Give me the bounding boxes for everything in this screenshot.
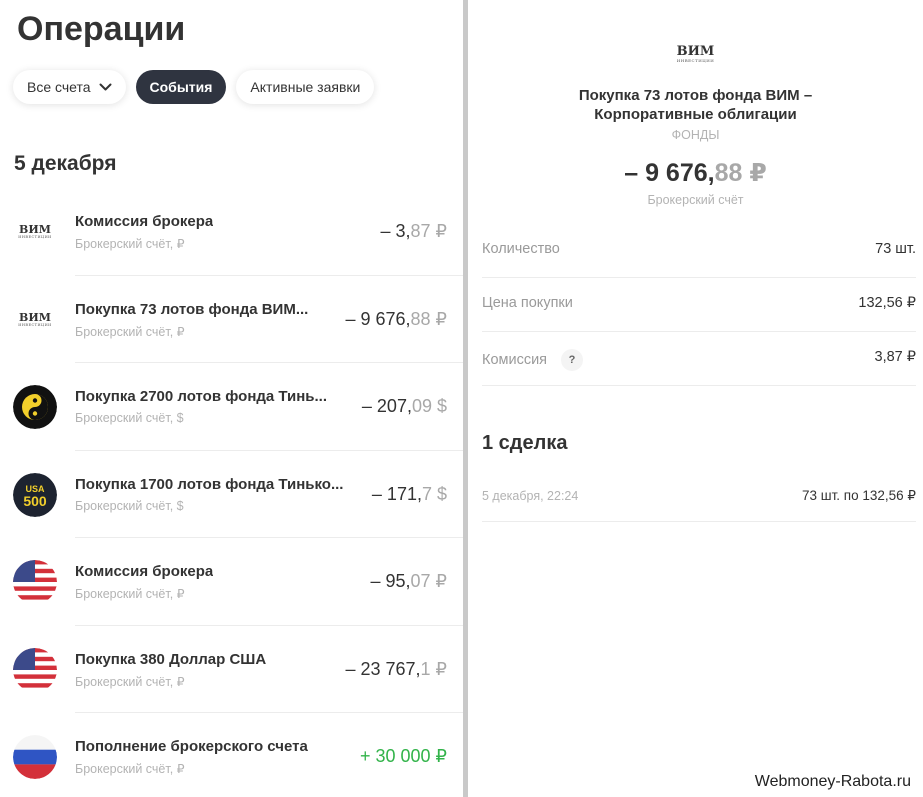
operation-item[interactable]: ВИМ ИНВЕСТИЦИИ Комиссия брокера Брокерски… [0,188,463,276]
detail-row-price: Цена покупки 132,56 ₽ [482,278,916,332]
row-label-wrap: Комиссия ? [482,349,584,371]
row-label: Комиссия [482,352,548,368]
operation-title: Комиссия брокера [75,213,214,230]
amount-fraction: 09 $ [411,396,447,416]
operation-title: Покупка 73 лотов фонда ВИМ... [75,300,309,318]
watermark: Webmoney-Rabota.ru [750,771,915,793]
operation-title: Покупка 2700 лотов фонда Тинь... [75,388,328,405]
logo-text: ВИМ [676,44,715,59]
amount-main: + 30 000 ₽ [359,746,447,766]
date-group-heading: 5 декабря [14,152,117,175]
logo-subtext: ИНВЕСТИЦИИ [18,322,52,327]
deals-heading: 1 сделка [482,432,568,454]
row-label: Цена покупки [482,295,573,311]
amount-main: – 171, [371,483,422,504]
operation-account: Брокерский счёт, ₽ [75,587,185,601]
chevron-down-icon [99,83,112,92]
operation-amount: – 171,7 $ [372,484,447,505]
logo-subtext: ИНВЕСТИЦИИ [18,235,52,240]
deal-date: 5 декабря, 22:24 [482,489,579,503]
operation-account: Брокерский счёт, ₽ [75,324,185,339]
operations-list: ВИМ ИНВЕСТИЦИИ Комиссия брокера Брокерски… [0,188,463,797]
operation-item[interactable]: Покупка 380 Доллар США Брокерский счёт, … [0,626,463,713]
vim-logo-icon: ВИМ ИНВЕСТИЦИИ [13,298,57,342]
operation-account: Брокерский счёт, ₽ [75,762,185,776]
us-flag-icon [13,647,57,692]
svg-text:500: 500 [23,493,47,509]
row-label: Количество [482,241,560,257]
detail-category: ФОНДЫ [671,128,720,142]
operation-title: Пополнение брокерского счета [75,738,308,755]
operation-item[interactable]: ВИМ ИНВЕСТИЦИИ Покупка 73 лотов фонда ВИМ… [0,276,463,363]
us-flag-icon [13,560,57,604]
filter-label: Активные заявки [250,79,361,95]
amount-fraction: 87 ₽ [410,221,447,241]
row-value: 73 шт. [875,241,916,257]
amount-main: – 9 676, [345,308,411,329]
operation-amount: – 23 767,1 ₽ [345,659,447,680]
operation-amount: – 95,07 ₽ [370,571,447,592]
detail-account: Брокерский счёт [647,193,744,207]
operation-item[interactable]: Пополнение брокерского счета Брокерский … [0,713,463,797]
filter-all-accounts[interactable]: Все счета [13,70,126,104]
amount-fraction: 88 ₽ [410,308,447,329]
operation-account: Брокерский счёт, ₽ [75,237,185,251]
filter-active-orders[interactable]: Активные заявки [236,70,375,104]
operation-account: Брокерский счёт, $ [75,498,184,513]
operation-title: Покупка 380 Доллар США [75,650,267,668]
detail-amount: – 9 676,88 ₽ [468,158,923,188]
amount-main: – 23 767, [345,658,421,679]
logo-text: ВИМ [19,310,51,324]
operation-item[interactable]: Покупка 2700 лотов фонда Тинь... Брокерс… [0,363,463,451]
filter-label: События [149,79,213,95]
vim-logo-icon: ВИМ ИНВЕСТИЦИИ [468,45,923,63]
detail-row-quantity: Количество 73 шт. [482,224,916,278]
row-value: 132,56 ₽ [858,295,916,311]
vim-logo-icon: ВИМ ИНВЕСТИЦИИ [13,210,57,254]
filter-label: Все счета [27,79,91,95]
operation-title: Покупка 1700 лотов фонда Тинько... [75,475,344,493]
amount-fraction: 07 ₽ [410,571,447,591]
operation-amount: + 30 000 ₽ [360,746,447,767]
operation-item[interactable]: USA 500 Покупка 1700 лотов фонда Тинько.… [0,451,463,538]
detail-row-commission: Комиссия ? 3,87 ₽ [482,332,916,386]
help-icon[interactable]: ? [561,349,584,371]
operation-title: Комиссия брокера [75,563,214,580]
usa-500-icon: USA 500 [13,472,57,517]
operation-amount: – 9 676,88 ₽ [345,309,447,330]
operation-detail-panel: ВИМ ИНВЕСТИЦИИ Покупка 73 лотов фонда ВИМ… [468,0,923,797]
detail-title: Покупка 73 лотов фонда ВИМ – Корпоративн… [578,87,813,123]
russia-flag-icon [13,735,57,779]
operation-item[interactable]: Комиссия брокера Брокерский счёт, ₽ – 95… [0,538,463,626]
operation-account: Брокерский счёт, ₽ [75,674,185,689]
deal-value: 73 шт. по 132,56 ₽ [802,488,916,503]
yin-yang-icon [13,385,57,429]
amount-fraction: 88 ₽ [714,159,767,187]
amount-fraction: 1 ₽ [420,658,447,679]
operations-panel: Операции Все счета События Активные заяв… [0,0,463,797]
operation-account: Брокерский счёт, $ [75,411,184,425]
amount-main: – 9 676, [624,159,715,187]
amount-fraction: 7 $ [421,483,447,504]
amount-main: – 95, [370,571,411,591]
logo-subtext: ИНВЕСТИЦИИ [676,58,715,63]
amount-main: – 207, [361,396,412,416]
filter-events[interactable]: События [135,70,227,104]
deal-row[interactable]: 5 декабря, 22:24 73 шт. по 132,56 ₽ [482,470,916,522]
page-title: Операции [17,10,186,48]
operation-amount: – 207,09 $ [362,396,447,417]
operation-amount: – 3,87 ₽ [380,221,447,242]
row-value: 3,87 ₽ [874,349,916,365]
filter-bar: Все счета События Активные заявки [13,70,375,104]
amount-main: – 3, [380,221,411,241]
